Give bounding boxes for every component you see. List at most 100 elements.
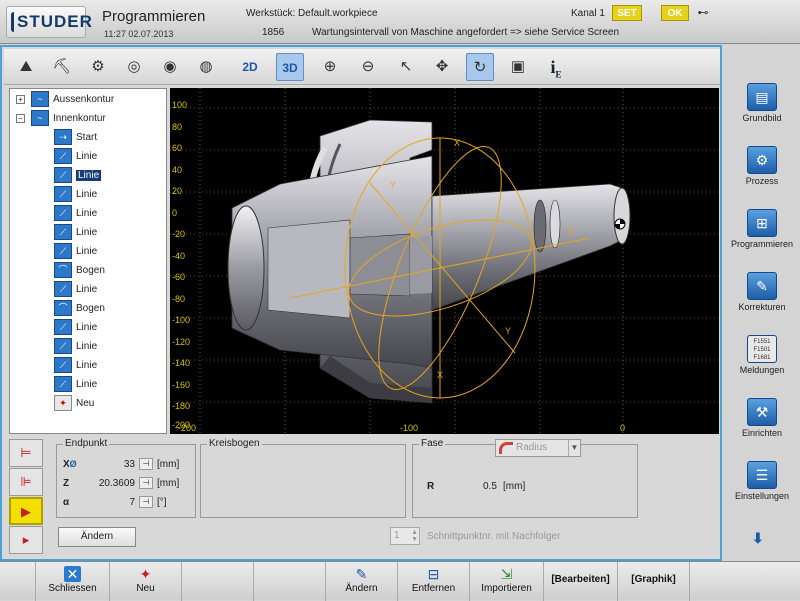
collapse-icon[interactable]: − <box>16 113 25 123</box>
view-3d-button[interactable]: 3D <box>276 53 304 81</box>
alpha-pick-icon[interactable]: ⊣ <box>139 496 153 508</box>
fase-type-select[interactable]: Radius ▼ <box>495 439 581 457</box>
set-button[interactable]: SET <box>612 5 642 21</box>
start-icon: ⇢ <box>54 129 72 146</box>
schliessen-button[interactable]: ✕ Schliessen <box>36 562 110 601</box>
menu-einrichten[interactable]: ⚒ Einrichten <box>724 394 800 454</box>
tree-item-start[interactable]: ⇢ Start <box>54 129 97 147</box>
tree-item-linie[interactable]: ⟋ Linie <box>54 319 97 337</box>
view-rotate-2-icon[interactable]: ◉ <box>156 53 184 81</box>
tree-item-linie[interactable]: ⟋ Linie <box>54 281 97 299</box>
stepper-arrows-icon[interactable]: ▲ ▼ <box>411 529 418 543</box>
tree-item-bogen[interactable]: ⌒ Bogen <box>54 262 105 280</box>
view-2d-button[interactable]: 2D <box>236 53 264 81</box>
alpha-unit: [°] <box>157 497 167 508</box>
x-value-field[interactable]: 33 <box>97 459 135 470</box>
tree-item-linie[interactable]: ⟋ Linie <box>54 376 97 394</box>
zoom-in-icon[interactable]: ⊕ <box>316 53 344 81</box>
endpunkt-group: Endpunkt XØ 33 ⊣ [mm] Z 20.3609 ⊣ [mm] α… <box>56 438 196 518</box>
y-tick-label: 40 <box>172 165 182 175</box>
x-unit: [mm] <box>157 459 180 470</box>
menu-grundbild[interactable]: ▤ Grundbild <box>724 79 800 139</box>
menu-prozess[interactable]: ⚙ Prozess <box>724 142 800 202</box>
x-pick-icon[interactable]: ⊣ <box>139 458 153 470</box>
tree-item-linie[interactable]: ⟋ Linie <box>54 186 97 204</box>
zoom-out-icon[interactable]: ⊖ <box>354 53 382 81</box>
programmieren-icon: ⊞ <box>747 209 777 237</box>
expand-icon[interactable]: + <box>16 94 25 104</box>
line-icon: ⟋ <box>54 167 72 184</box>
tree-item-innenkontur[interactable]: − ~ Innenkontur <box>16 110 106 128</box>
softkey-empty <box>182 562 254 601</box>
pan-icon[interactable]: ✥ <box>428 53 456 81</box>
import-icon: ⇲ <box>500 566 513 582</box>
aendern-button[interactable]: Ändern <box>58 527 136 547</box>
bearbeiten-button[interactable]: [Bearbeiten] <box>544 562 618 601</box>
view-rotate-3-icon[interactable]: ◍ <box>192 53 220 81</box>
info-icon[interactable]: iE <box>542 53 570 81</box>
menu-einstellungen[interactable]: ☰ Einstellungen <box>724 457 800 517</box>
graphik-button[interactable]: [Graphik] <box>618 562 690 601</box>
line-icon: ⟋ <box>54 243 72 260</box>
grundbild-icon: ▤ <box>747 83 777 111</box>
axis-y-label: Y <box>505 326 511 336</box>
datetime: 11:27 02.07.2013 <box>104 29 174 39</box>
tool-holder-icon[interactable]: ⛏ <box>48 53 76 81</box>
line-icon: ⟋ <box>54 205 72 222</box>
tree-item-neu[interactable]: ✦ Neu <box>54 395 94 413</box>
entfernen-button[interactable]: ⊟ Entfernen <box>398 562 470 601</box>
screen-icon[interactable]: ▣ <box>504 53 532 81</box>
contour-tree: + ~ Aussenkontur − ~ Innenkontur ⇢ Start ⟋ Lin… <box>9 88 167 434</box>
y-tick-label: -120 <box>172 337 190 347</box>
softkey-empty <box>254 562 326 601</box>
3d-viewport[interactable]: 100 80 60 40 20 0 -20 -40 -60 -80 -100 -… <box>170 88 719 434</box>
menu-korrekturen[interactable]: ✎ Korrekturen <box>724 268 800 328</box>
menu-programmieren[interactable]: ⊞ Programmieren <box>724 205 800 265</box>
contour-tool-icon[interactable]: ⛰ <box>12 53 40 81</box>
bottom-softkeys: ✕ Schliessen ✦ Neu ✎ Ändern ⊟ Entfernen ⇲ Imp… <box>0 561 800 601</box>
z-unit: [mm] <box>157 478 180 489</box>
ok-button[interactable]: OK <box>661 5 689 21</box>
tree-item-linie[interactable]: ⟋ Linie <box>54 357 97 375</box>
neu-button[interactable]: ✦ Neu <box>110 562 182 601</box>
y-tick-label: -100 <box>172 315 190 325</box>
tree-item-aussenkontur[interactable]: + ~ Aussenkontur <box>16 91 114 109</box>
tree-item-linie[interactable]: ⟋ Linie <box>54 205 97 223</box>
prozess-icon: ⚙ <box>747 146 777 174</box>
axis-z-label: Z <box>568 226 574 236</box>
grinding-wheel-icon[interactable]: ⚙ <box>84 53 112 81</box>
channel-label: Kanal 1 <box>571 8 605 19</box>
z-value-field[interactable]: 20.3609 <box>87 478 135 489</box>
kreisbogen-title: Kreisbogen <box>207 438 262 449</box>
menu-meldungen[interactable]: F1551 F1501 F1681 Meldungen <box>724 331 800 391</box>
scroll-down-icon[interactable]: ⬇ <box>752 530 764 547</box>
tree-item-linie[interactable]: ⟋ Linie <box>54 148 97 166</box>
arc-icon: ⌒ <box>54 300 72 317</box>
aendern-softkey[interactable]: ✎ Ändern <box>326 562 398 601</box>
line-icon: ⟋ <box>54 376 72 393</box>
tree-item-linie-selected[interactable]: ⟋ Linie <box>54 167 103 185</box>
y-tick-label: -40 <box>172 251 185 261</box>
alpha-label: α <box>63 497 70 508</box>
schnittpunkt-stepper[interactable]: 1 ▲ ▼ <box>390 527 420 545</box>
tree-item-linie[interactable]: ⟋ Linie <box>54 243 97 261</box>
element-type-3-icon[interactable]: ▶ <box>9 497 43 525</box>
kreisbogen-group: Kreisbogen <box>200 438 406 518</box>
element-type-1-icon[interactable]: ⊨ <box>9 439 43 467</box>
element-type-2-icon[interactable]: ⊫ <box>9 468 43 496</box>
chevron-down-icon[interactable]: ▼ <box>568 440 580 456</box>
z-pick-icon[interactable]: ⊣ <box>139 477 153 489</box>
einstellungen-icon: ☰ <box>747 461 777 489</box>
tree-item-linie[interactable]: ⟋ Linie <box>54 338 97 356</box>
importieren-button[interactable]: ⇲ Importieren <box>470 562 544 601</box>
y-tick-label: -60 <box>172 272 185 282</box>
element-type-4-icon[interactable]: ▸ <box>9 526 43 554</box>
y-tick-label: 0 <box>172 208 177 218</box>
tree-item-bogen[interactable]: ⌒ Bogen <box>54 300 105 318</box>
view-rotate-1-icon[interactable]: ◎ <box>120 53 148 81</box>
r-value[interactable]: 0.5 <box>483 481 497 492</box>
pointer-icon[interactable]: ↖ <box>392 53 420 81</box>
rotate-view-icon[interactable]: ↻ <box>466 53 494 81</box>
alpha-value-field[interactable]: 7 <box>97 497 135 508</box>
tree-item-linie[interactable]: ⟋ Linie <box>54 224 97 242</box>
